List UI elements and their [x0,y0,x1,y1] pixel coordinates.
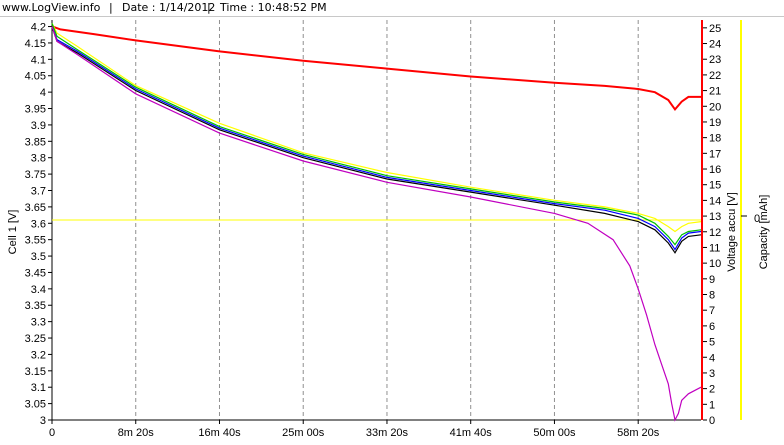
right-tick-label: 20 [709,101,721,113]
left-tick-label: 3.15 [25,366,46,378]
left-tick-label: 4.2 [31,22,46,34]
right-tick-label: 6 [709,321,715,333]
right-tick-label: 1 [709,399,715,411]
right-tick-label: 7 [709,305,715,317]
left-tick-label: 3.75 [25,169,46,181]
left-tick-label: 3.4 [31,284,46,296]
series-line [51,26,702,251]
left-tick-label: 3.35 [25,300,46,312]
left-tick-label: 3.6 [31,218,46,230]
left-tick-label: 3.05 [25,399,46,411]
left-tick-label: 3.8 [31,153,46,165]
right-tick-label: 17 [709,148,721,160]
right-tick-label: 18 [709,133,721,145]
series-line [51,23,702,246]
left-tick-label: 3.5 [31,251,46,263]
x-tick-label: 33m 20s [366,427,409,439]
x-tick-label: 25m 00s [282,427,325,439]
left-tick-label: 3.45 [25,267,46,279]
right-tick-label: 14 [709,195,721,207]
left-tick-label: 3.1 [31,382,46,394]
x-tick-label: 50m 00s [533,427,576,439]
capacity-axis-label: Capacity [mAh] [758,195,770,270]
chart: 0 8m 20s 16m 40s 25m 00s 33m 20s 41m 40s 50m 0… [7,20,770,439]
right-tick-label: 0 [709,415,715,427]
left-tick-label: 3 [40,415,46,427]
series-line [51,23,702,233]
right-tick-label: 9 [709,274,715,286]
left-tick-label: 4.05 [25,71,46,83]
x-tick-label: 0 [49,427,55,439]
right-tick-label: 4 [709,352,715,364]
right-tick-label: 3 [709,368,715,380]
left-tick-label: 3.9 [31,120,46,132]
x-tick-label: 41m 40s [450,427,493,439]
series-group [51,23,702,422]
right-axis-label: Voltage accu [V] [726,192,738,272]
left-tick-label: 3.25 [25,333,46,345]
left-tick-label: 4.15 [25,38,46,50]
left-tick-label: 3.2 [31,349,46,361]
x-tick-label: 8m 20s [118,427,155,439]
left-axis-label: Cell 1 [V] [7,210,19,255]
right-tick-label: 15 [709,180,721,192]
left-tick-label: 3.85 [25,136,46,148]
right-tick-label: 16 [709,164,721,176]
right-tick-label: 19 [709,117,721,129]
left-tick-label: 4.1 [31,54,46,66]
right-tick-label: 13 [709,211,721,223]
right-tick-label: 25 [709,23,721,35]
capacity-tick-label: 0 [754,213,760,225]
right-tick-label: 21 [709,86,721,98]
right-tick-label: 12 [709,227,721,239]
left-tick-label: 3.55 [25,235,46,247]
axes: 0 8m 20s 16m 40s 25m 00s 33m 20s 41m 40s 50m 0… [25,20,747,439]
right-tick-label: 24 [709,39,721,51]
right-tick-label: 11 [709,242,720,254]
series-line [51,26,702,254]
left-tick-label: 3.3 [31,317,46,329]
left-tick-label: 4 [40,87,46,99]
x-tick-label: 58m 20s [617,427,660,439]
right-tick-label: 5 [709,337,715,349]
right-tick-label: 2 [709,384,715,396]
right-tick-label: 8 [709,290,715,302]
left-tick-label: 3.65 [25,202,46,214]
left-tick-label: 3.7 [31,185,46,197]
right-tick-label: 23 [709,54,721,66]
left-tick-label: 3.95 [25,104,46,116]
right-tick-label: 10 [709,258,721,270]
right-tick-label: 22 [709,70,721,82]
x-tick-label: 16m 40s [198,427,241,439]
